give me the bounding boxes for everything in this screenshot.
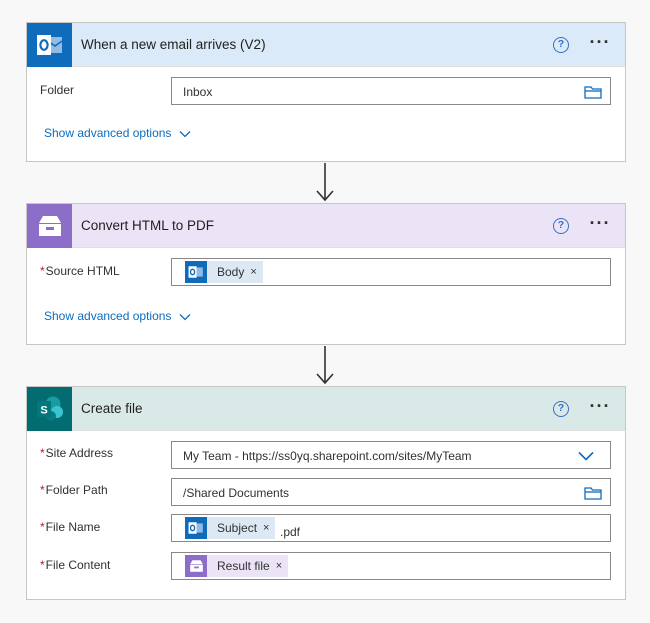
site-address-value: My Team - https://ss0yq.sharepoint.com/s… [183,449,472,463]
create-file-card-header[interactable]: S Create file ? ··· [27,387,625,431]
file-content-label-text: File Content [45,558,111,572]
flow-arrow [313,346,337,386]
help-icon[interactable]: ? [553,401,569,417]
folder-path-field[interactable]: /Shared Documents [171,478,611,506]
outlook-icon [185,517,207,539]
folder-label: Folder [40,83,75,97]
trigger-card-header[interactable]: When a new email arrives (V2) ? ··· [27,23,625,67]
result-file-token[interactable]: Result file × [185,555,289,577]
help-icon[interactable]: ? [553,218,569,234]
more-options-icon[interactable]: ··· [587,31,613,57]
file-content-label: *File Content [40,558,110,572]
more-options-icon[interactable]: ··· [587,395,613,421]
file-name-label: *File Name [40,520,100,534]
file-name-field[interactable]: Subject × .pdf [171,514,611,542]
chevron-down-icon [179,310,191,324]
outlook-icon [185,261,207,283]
required-marker: * [40,558,45,572]
show-advanced-options-label: Show advanced options [44,309,172,323]
trigger-card: When a new email arrives (V2) ? ··· Fold… [26,22,626,162]
remove-token-icon[interactable]: × [276,560,282,572]
file-content-field[interactable]: Result file × [171,552,611,580]
show-advanced-options-link[interactable]: Show advanced options [44,126,191,141]
source-html-label-text: Source HTML [45,264,120,278]
site-address-dropdown[interactable]: My Team - https://ss0yq.sharepoint.com/s… [171,441,611,469]
result-file-token-label: Result file [217,559,270,573]
folder-field[interactable]: Inbox [171,77,611,105]
required-marker: * [40,483,45,497]
create-file-title[interactable]: Create file [81,387,143,431]
folder-path-value: /Shared Documents [183,486,290,500]
required-marker: * [40,264,45,278]
trigger-title[interactable]: When a new email arrives (V2) [81,23,266,67]
folder-picker-icon[interactable] [584,486,602,503]
more-options-icon[interactable]: ··· [587,212,613,238]
required-marker: * [40,520,45,534]
folder-path-label-text: Folder Path [45,483,108,497]
file-name-suffix: .pdf [280,525,301,539]
body-token[interactable]: Body × [185,261,263,283]
source-html-label: *Source HTML [40,264,120,278]
subject-token[interactable]: Subject × [185,517,276,539]
body-token-label: Body [217,265,245,279]
outlook-icon [27,23,72,67]
convert-title[interactable]: Convert HTML to PDF [81,204,214,248]
site-address-label: *Site Address [40,446,113,460]
required-marker: * [40,446,45,460]
svg-text:S: S [40,405,47,417]
show-advanced-options-label: Show advanced options [44,126,172,140]
folder-value: Inbox [183,85,213,99]
convert-card-header[interactable]: Convert HTML to PDF ? ··· [27,204,625,248]
chevron-down-icon [179,127,191,141]
archive-box-icon [27,204,72,248]
folder-path-label: *Folder Path [40,483,108,497]
chevron-down-icon[interactable] [578,450,594,464]
subject-token-label: Subject [217,521,258,535]
source-html-field[interactable]: Body × [171,258,611,286]
archive-box-icon [185,555,207,577]
remove-token-icon[interactable]: × [250,266,256,278]
site-address-label-text: Site Address [45,446,114,460]
convert-card: Convert HTML to PDF ? ··· *Source HTML B… [26,203,626,345]
sharepoint-icon: S [27,387,72,431]
file-name-label-text: File Name [45,520,101,534]
help-icon[interactable]: ? [553,37,569,53]
folder-picker-icon[interactable] [584,85,602,102]
create-file-card: S Create file ? ··· *Site Address My Tea… [26,386,626,600]
remove-token-icon[interactable]: × [263,522,269,534]
flow-arrow [313,163,337,203]
show-advanced-options-link[interactable]: Show advanced options [44,309,191,324]
